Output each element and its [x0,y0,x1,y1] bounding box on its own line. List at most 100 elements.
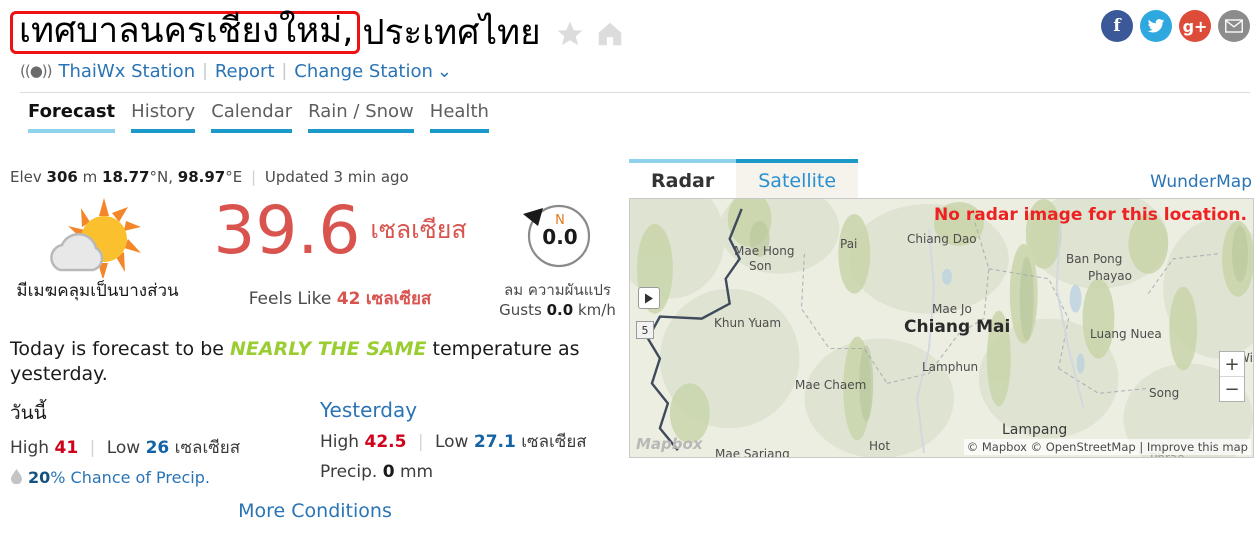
yesterday-precip-value: 0 [382,461,395,482]
yesterday-high-low: High 42.5 | Low 27.1 เซลเซียส [320,428,610,455]
page-header: เทศบาลนครเชียงใหม่, ประเทศไทย f g+ ((●))… [0,0,1260,133]
forecast-summary-sentence: Today is forecast to be NEARLY THE SAME … [10,337,620,388]
tab-calendar[interactable]: Calendar [203,101,300,133]
map-label: Hot [869,439,891,453]
map-label: Phayao [1088,269,1132,283]
yesterday-summary: Yesterday High 42.5 | Low 27.1 เซลเซียส … [320,398,610,488]
home-icon[interactable] [595,19,625,49]
elev-value: 306 [46,168,78,186]
map-label: Luang Nuea [1090,327,1162,341]
tab-label: Calendar [211,101,293,122]
map-zoom-controls: + − [1219,351,1245,402]
play-icon[interactable] [638,287,660,309]
temperature-line: 39.6 เซลเซียส [185,198,495,264]
yesterday-unit: เซลเซียส [521,431,587,452]
wind-compass-icon: N 0.0 [521,198,595,272]
facebook-icon[interactable]: f [1101,10,1133,42]
tab-underline [429,129,489,133]
map-label: Mae Jo [932,302,972,316]
tab-underline [308,129,414,133]
map-label-chiang-mai: Chiang Mai [904,317,1011,337]
low-label: Low [106,437,141,458]
today-precip-chance[interactable]: 20% Chance of Precip. [10,468,320,488]
map-tabs: Radar Satellite WunderMap [629,159,1254,198]
tab-radar[interactable]: Radar [629,159,737,198]
yesterday-low-value: 27.1 [473,431,516,452]
tab-satellite[interactable]: Satellite [736,159,859,198]
tab-rain-snow[interactable]: Rain / Snow [300,101,422,133]
google-plus-icon[interactable]: g+ [1179,10,1211,42]
map-label: Khun Yuam [714,316,782,330]
temperature-unit: เซลเซียส [370,215,467,244]
elev-unit: m [82,168,98,186]
separator: | [202,61,208,81]
elevation-coordinates: Elev 306 m 18.77°N, 98.97°E | Updated 3 … [10,168,620,186]
tab-health[interactable]: Health [422,101,497,133]
sentence-highlight: NEARLY THE SAME [230,337,427,360]
star-icon[interactable] [555,19,585,49]
change-station-link[interactable]: Change Station ⌄ [294,61,452,82]
more-conditions-link[interactable]: More Conditions [10,500,620,522]
favorite-icons [555,19,625,49]
condition-text: มีเมฆคลุมเป็นบางส่วน [16,281,179,301]
social-share-buttons: f g+ [1101,10,1250,42]
today-precip-value: 20 [28,468,51,488]
tab-label: Health [429,101,489,122]
separator: | [417,431,424,452]
gusts-label: Gusts [499,301,542,320]
tab-label: Forecast [28,101,116,122]
title-row: เทศบาลนครเชียงใหม่, ประเทศไทย [10,8,1260,56]
radar-map[interactable]: Mae Hong Son Pai Chiang Dao Ban Pong Pha… [629,198,1254,458]
partly-cloudy-icon [10,194,185,279]
yesterday-precip: Precip. 0 mm [320,462,610,482]
station-bar: ((●)) ThaiWx Station | Report | Change S… [20,58,1260,84]
email-icon[interactable] [1218,10,1250,42]
map-label: Mae Chaem [795,378,867,392]
tab-history[interactable]: History [123,101,203,133]
map-label: Lampang [1002,422,1068,438]
wind-block: N 0.0 ลม ความผันแปร Gusts 0.0 km/h [495,194,620,321]
map-label: Lamphun [922,360,979,374]
feels-like-label: Feels Like [248,288,332,309]
header-divider [20,92,1250,93]
yesterday-high-value: 42.5 [364,431,407,452]
sentence-prefix: Today is forecast to be [10,337,224,360]
separator: | [251,168,257,186]
today-unit: เซลเซียส [174,437,241,458]
elev-label: Elev [10,168,42,186]
precip-unit: mm [399,461,434,482]
high-label: High [10,437,50,458]
mapbox-logo: Mapbox [636,435,703,453]
wundermap-link[interactable]: WunderMap [1150,172,1252,192]
tab-forecast[interactable]: Forecast [20,101,123,133]
map-label: Chiang Dao [907,232,977,246]
today-low-value: 26 [145,437,170,458]
svg-text:0.0: 0.0 [542,225,577,249]
condition-block: มีเมฆคลุมเป็นบางส่วน [10,194,185,302]
tab-underline [131,129,196,133]
map-attribution[interactable]: © Mapbox © OpenStreetMap | Improve this … [963,439,1251,455]
tab-label: Rain / Snow [308,101,414,122]
separator: | [89,437,96,458]
feels-like-line: Feels Like 42 เซลเซียส [185,285,495,312]
yesterday-heading[interactable]: Yesterday [320,398,610,422]
report-link[interactable]: Report [215,61,275,82]
tab-underline [28,129,116,133]
feels-like-value: 42 [336,288,361,309]
high-label: High [320,431,360,452]
zoom-level-indicator: 5 [636,321,654,339]
temperature-block: 39.6 เซลเซียส Feels Like 42 เซลเซียส [185,194,495,312]
low-label: Low [434,431,469,452]
map-panel: Radar Satellite WunderMap Mae Hong Son P… [629,159,1254,458]
station-name-link[interactable]: ThaiWx Station [59,61,196,82]
map-label: Ban Pong [1066,252,1123,266]
zoom-out-button[interactable]: − [1220,377,1244,401]
water-drop-icon [10,468,23,488]
twitter-icon[interactable] [1140,10,1172,42]
zoom-in-button[interactable]: + [1220,352,1244,376]
separator: | [281,61,288,81]
broadcast-icon: ((●)) [20,62,52,80]
map-tab-label: Satellite [758,170,837,192]
map-label: Son [749,259,772,273]
gusts-unit: km/h [577,301,616,320]
